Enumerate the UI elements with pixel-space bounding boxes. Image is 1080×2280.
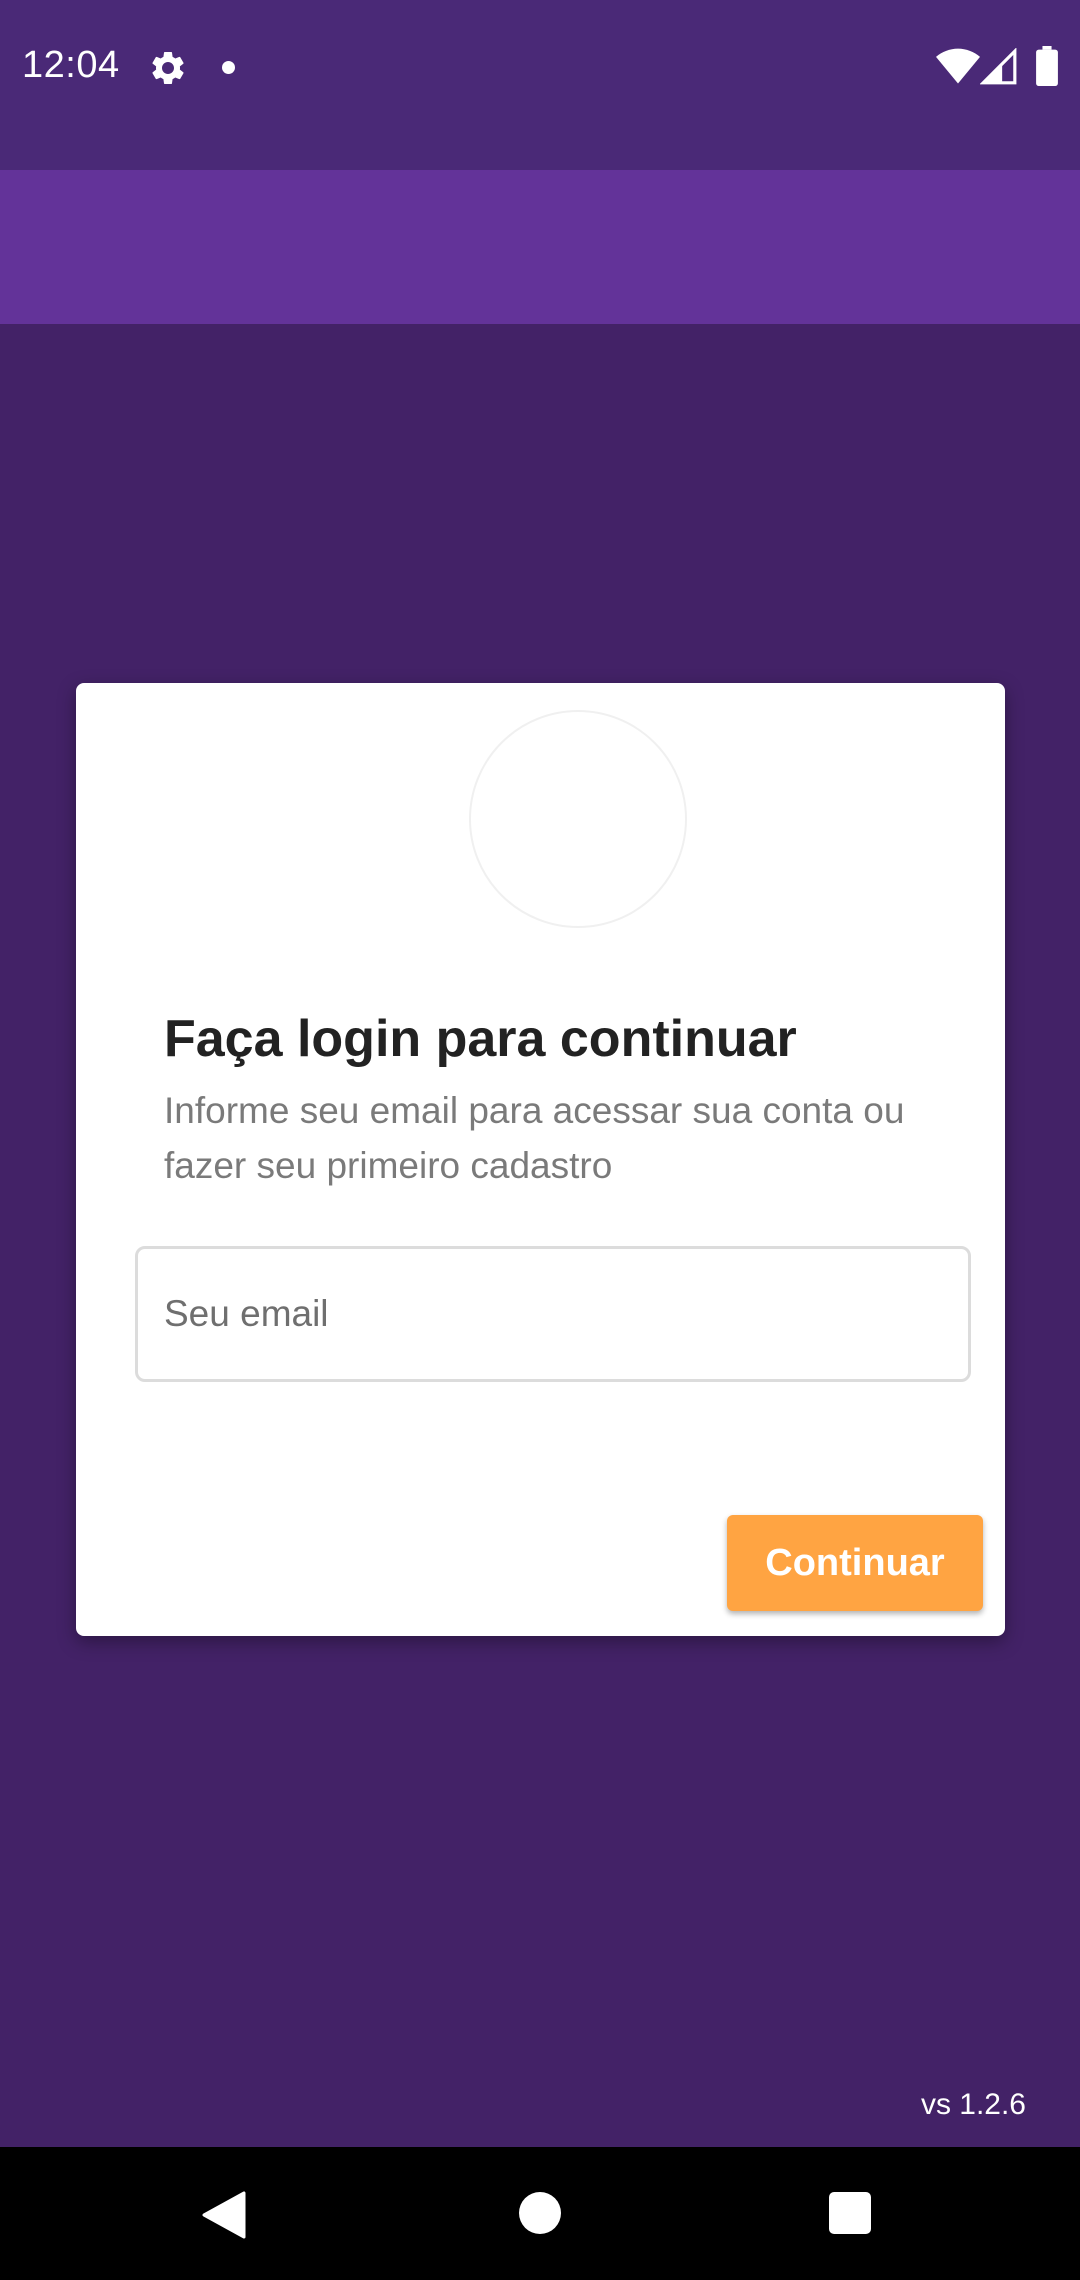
email-field[interactable]: [135, 1246, 971, 1382]
continue-button[interactable]: Continuar: [727, 1515, 983, 1611]
status-bar-extension: [0, 136, 1080, 170]
login-subtitle: Informe seu email para acessar sua conta…: [164, 1090, 905, 1186]
recents-icon[interactable]: [829, 2192, 871, 2234]
navigation-bar: [0, 2147, 1080, 2280]
notification-dot-icon: [222, 61, 235, 74]
signal-icon: [980, 48, 1017, 85]
status-time: 12:04: [22, 44, 120, 86]
app-bar: [0, 170, 1080, 324]
gear-icon: [152, 51, 184, 84]
wifi-icon: [936, 48, 980, 84]
status-bar: 12:04: [0, 0, 1080, 136]
battery-icon: [1036, 46, 1058, 86]
login-screen: 12:04 Faça login para continuar Informe …: [0, 0, 1080, 2280]
app-version: vs 1.2.6: [920, 2088, 1026, 2121]
logo-loading-placeholder: [469, 710, 687, 928]
login-title: Faça login para continuar: [164, 1010, 797, 1068]
home-icon[interactable]: [519, 2192, 561, 2234]
back-icon[interactable]: [202, 2191, 246, 2239]
login-card: Faça login para continuar Informe seu em…: [76, 683, 1005, 1636]
